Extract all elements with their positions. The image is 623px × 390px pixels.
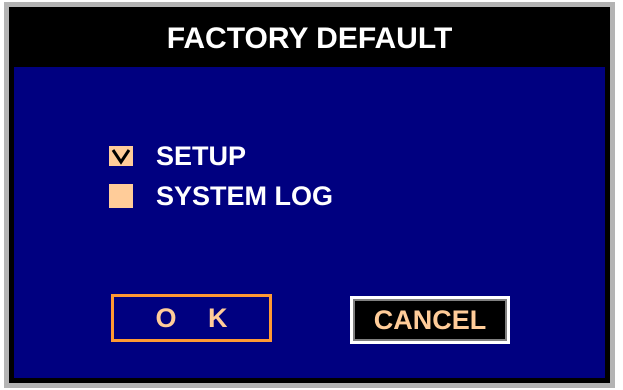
ok-button[interactable]: O K — [111, 294, 272, 342]
option-setup[interactable]: SETUP — [109, 141, 246, 171]
cancel-button[interactable]: CANCEL — [350, 296, 510, 344]
setup-label: SETUP — [156, 141, 247, 171]
option-system-log[interactable]: SYSTEM LOG — [109, 181, 333, 211]
system-log-checkbox[interactable] — [109, 184, 133, 208]
checkmark-icon — [111, 149, 131, 165]
setup-checkbox[interactable] — [109, 146, 133, 166]
factory-default-dialog: FACTORY DEFAULT SETUP SYSTEM LOG O K CAN… — [4, 2, 615, 388]
dialog-content: SETUP SYSTEM LOG O K CANCEL — [14, 67, 605, 378]
dialog-title: FACTORY DEFAULT — [14, 12, 605, 66]
system-log-label: SYSTEM LOG — [156, 181, 334, 211]
